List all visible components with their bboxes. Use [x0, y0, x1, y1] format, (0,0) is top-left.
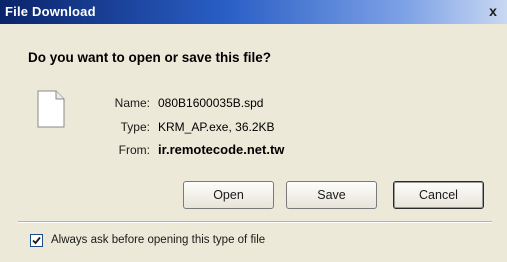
type-label: Type:	[120, 120, 150, 134]
window-title: File Download	[5, 4, 96, 19]
cancel-button[interactable]: Cancel	[393, 181, 484, 209]
file-type-value: KRM_AP.exe, 36.2KB	[158, 120, 275, 134]
file-download-dialog: File Download x Do you want to open or s…	[0, 0, 507, 262]
always-ask-label[interactable]: Always ask before opening this type of f…	[51, 234, 265, 246]
download-question: Do you want to open or save this file?	[28, 50, 272, 65]
generic-file-icon	[36, 90, 66, 128]
open-button[interactable]: Open	[183, 181, 274, 209]
save-button[interactable]: Save	[286, 181, 377, 209]
close-button[interactable]: x	[485, 3, 501, 19]
from-label: From:	[118, 143, 150, 157]
file-name-value: 080B1600035B.spd	[158, 96, 264, 110]
title-bar[interactable]: File Download x	[0, 0, 507, 24]
name-label: Name:	[114, 96, 150, 110]
footer-divider	[18, 221, 492, 223]
file-source-value: ir.remotecode.net.tw	[158, 142, 285, 157]
checkmark-icon	[32, 236, 41, 245]
always-ask-checkbox[interactable]	[30, 234, 43, 247]
